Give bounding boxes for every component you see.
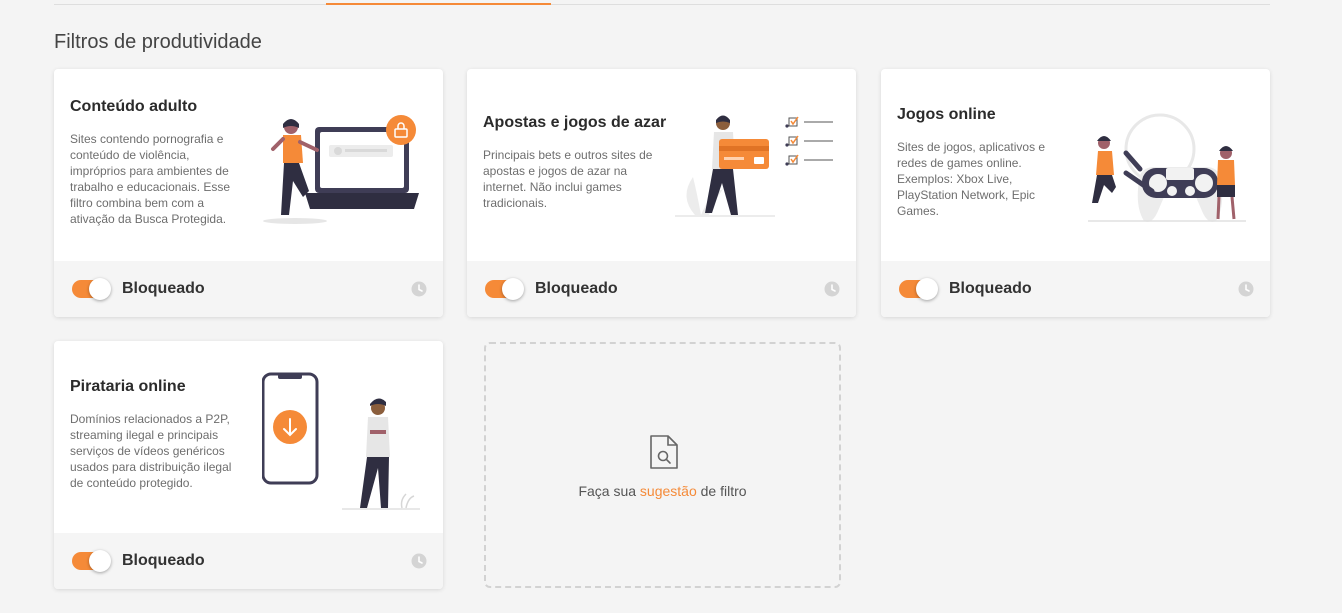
filter-card-gambling: Apostas e jogos de azar Principais bets … xyxy=(467,69,856,317)
suggest-filter-box[interactable]: Faça sua sugestão de filtro xyxy=(484,342,841,588)
man-credit-card-checklist-illustration xyxy=(675,115,833,217)
card-title: Conteúdo adulto xyxy=(70,98,198,115)
suggest-suffix: de filtro xyxy=(700,483,747,499)
active-tab-indicator xyxy=(326,3,551,5)
schedule-clock-icon[interactable] xyxy=(824,281,840,297)
filter-card-online-games: Jogos online Sites de jogos, aplicativos… xyxy=(881,69,1270,317)
suggest-filter-link[interactable]: sugestão xyxy=(640,483,697,499)
card-title: Pirataria online xyxy=(70,378,186,395)
card-title: Apostas e jogos de azar xyxy=(483,114,667,131)
toggle-knob xyxy=(89,278,111,300)
card-description: Principais bets e outros sites de aposta… xyxy=(483,148,653,210)
schedule-clock-icon[interactable] xyxy=(411,281,427,297)
tab-bar-divider xyxy=(54,4,1270,5)
section-title: Filtros de produtividade xyxy=(54,31,262,53)
toggle-knob xyxy=(916,278,938,300)
woman-laptop-lock-illustration xyxy=(263,115,419,224)
block-toggle[interactable] xyxy=(72,278,111,300)
block-toggle[interactable] xyxy=(899,278,938,300)
card-description: Sites contendo pornografia e conteúdo de… xyxy=(70,132,231,226)
block-toggle[interactable] xyxy=(485,278,524,300)
status-label: Bloqueado xyxy=(949,280,1032,297)
block-toggle[interactable] xyxy=(72,550,111,572)
card-footer: Bloqueado xyxy=(54,533,443,589)
card-footer: Bloqueado xyxy=(467,261,856,317)
status-label: Bloqueado xyxy=(122,280,205,297)
suggest-prefix: Faça sua xyxy=(578,483,637,499)
schedule-clock-icon[interactable] xyxy=(1238,281,1254,297)
filter-card-adult-content: Conteúdo adulto Sites contendo pornograf… xyxy=(54,69,443,317)
filter-card-piracy: Pirataria online Domínios relacionados a… xyxy=(54,341,443,589)
phone-download-man-illustration xyxy=(262,372,420,510)
productivity-filters-page: Filtros de produtividade Conteúdo adulto… xyxy=(0,0,1342,613)
people-gamepad-illustration xyxy=(1088,113,1246,222)
card-footer: Bloqueado xyxy=(881,261,1270,317)
status-label: Bloqueado xyxy=(122,552,205,569)
card-title: Jogos online xyxy=(897,106,996,123)
document-search-icon xyxy=(650,435,678,469)
suggest-filter-text: Faça sua sugestão de filtro xyxy=(486,483,839,499)
toggle-knob xyxy=(89,550,111,572)
card-footer: Bloqueado xyxy=(54,261,443,317)
card-description: Domínios relacionados a P2P, streaming i… xyxy=(70,412,232,490)
toggle-knob xyxy=(502,278,524,300)
card-description: Sites de jogos, aplicativos e redes de g… xyxy=(897,140,1046,218)
status-label: Bloqueado xyxy=(535,280,618,297)
schedule-clock-icon[interactable] xyxy=(411,553,427,569)
